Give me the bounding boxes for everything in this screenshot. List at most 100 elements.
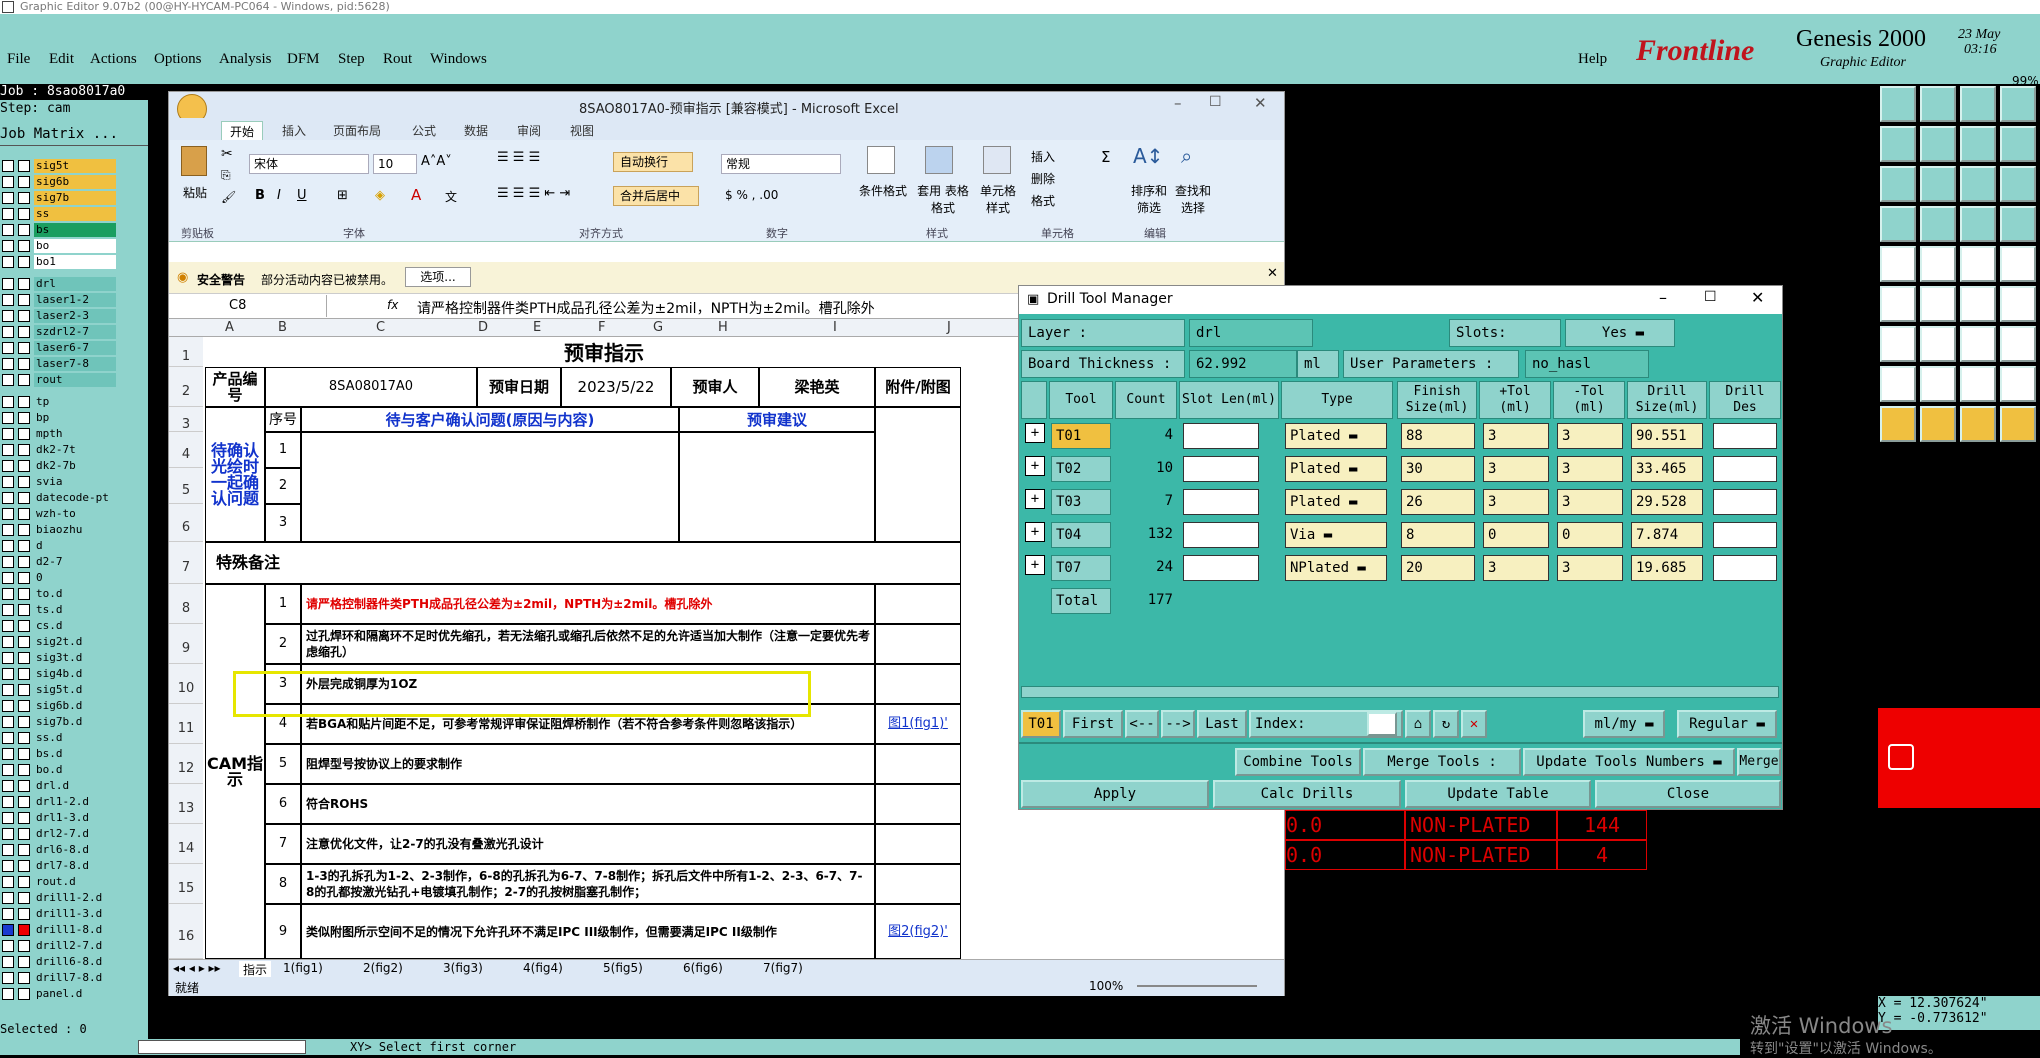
layer-name[interactable]: laser6-7 xyxy=(34,341,116,355)
layer-name[interactable]: datecode-pt xyxy=(34,491,116,505)
right-icon[interactable] xyxy=(1880,126,1916,162)
layer-affected-checkbox[interactable] xyxy=(18,924,30,936)
layer-checkbox[interactable] xyxy=(2,396,14,408)
layer-row[interactable]: mpth xyxy=(2,426,146,442)
merge-center-button[interactable]: 合并后居中 xyxy=(613,186,699,206)
menu-edit[interactable]: Edit xyxy=(49,51,74,68)
pointer2-icon[interactable] xyxy=(1920,406,1956,442)
table-format-label[interactable]: 套用 表格格式 xyxy=(913,182,973,216)
layer-name[interactable]: dk2-7t xyxy=(34,443,116,457)
layer-row[interactable]: drl1-3.d xyxy=(2,810,146,826)
layer-name[interactable]: d2-7 xyxy=(34,555,116,569)
layer-affected-checkbox[interactable] xyxy=(18,588,30,600)
layer-checkbox[interactable] xyxy=(2,748,14,760)
sum-icon[interactable]: Σ xyxy=(1101,148,1110,166)
layer-affected-checkbox[interactable] xyxy=(18,828,30,840)
layer-name[interactable]: sig7b xyxy=(34,191,116,205)
copy-icon[interactable] xyxy=(2000,246,2036,282)
layer-name[interactable]: sig7b.d xyxy=(34,715,116,729)
update-table-button[interactable]: Update Table xyxy=(1405,780,1591,808)
layer-affected-checkbox[interactable] xyxy=(18,256,30,268)
drill-des-input[interactable] xyxy=(1713,456,1777,482)
layer-row[interactable]: drl7-8.d xyxy=(2,858,146,874)
layer-row[interactable]: panel.d xyxy=(2,986,146,1002)
minus-tol-input[interactable]: 3 xyxy=(1557,555,1623,581)
layer-affected-checkbox[interactable] xyxy=(18,556,30,568)
layer-row[interactable]: to.d xyxy=(2,586,146,602)
layer-affected-checkbox[interactable] xyxy=(18,844,30,856)
calc-drills-button[interactable]: Calc Drills xyxy=(1213,780,1401,808)
layer-row[interactable]: 0 xyxy=(2,570,146,586)
tab-page-layout[interactable]: 页面布局 xyxy=(333,122,381,139)
layer-name[interactable]: sig6b.d xyxy=(34,699,116,713)
layer-name[interactable]: sig5t xyxy=(34,159,116,173)
layer-row[interactable]: drl2-7.d xyxy=(2,826,146,842)
layer-checkbox[interactable] xyxy=(2,326,14,338)
plus-tol-input[interactable]: 3 xyxy=(1483,423,1549,449)
center-icon[interactable] xyxy=(2000,126,2036,162)
layer-row[interactable]: szdrl2-7 xyxy=(2,324,146,340)
font-color-icon[interactable]: A xyxy=(411,186,421,204)
layer-row[interactable]: sig3t.d xyxy=(2,650,146,666)
layer-checkbox[interactable] xyxy=(2,620,14,632)
col-c[interactable]: C xyxy=(376,320,385,335)
paste-label[interactable]: 粘贴 xyxy=(183,184,207,201)
conditional-format-icon[interactable] xyxy=(867,146,895,174)
layer-checkbox[interactable] xyxy=(2,428,14,440)
layer-checkbox[interactable] xyxy=(2,828,14,840)
layer-row[interactable]: bp xyxy=(2,410,146,426)
layer-affected-checkbox[interactable] xyxy=(18,224,30,236)
item-text[interactable]: 阻焊型号按协议上的要求制作 xyxy=(301,744,875,784)
row-header[interactable]: 7 xyxy=(169,542,203,584)
layer-checkbox[interactable] xyxy=(2,604,14,616)
layer-checkbox[interactable] xyxy=(2,956,14,968)
layer-checkbox[interactable] xyxy=(2,588,14,600)
layer-checkbox[interactable] xyxy=(2,652,14,664)
layer-checkbox[interactable] xyxy=(2,508,14,520)
close-dialog-button[interactable]: Close xyxy=(1595,780,1781,808)
row-header[interactable]: 4 xyxy=(169,432,203,468)
layer-name[interactable]: biaozhu xyxy=(34,523,116,537)
layer-checkbox[interactable] xyxy=(2,972,14,984)
sheet-tab[interactable]: 2(fig2) xyxy=(359,961,407,975)
fit-icon[interactable] xyxy=(1960,126,1996,162)
layer-checkbox[interactable] xyxy=(2,224,14,236)
tri2-icon[interactable] xyxy=(1920,366,1956,402)
insert-cells-button[interactable]: 插入 xyxy=(1031,148,1055,165)
sheet-tab[interactable]: 5(fig5) xyxy=(599,961,647,975)
find-select-label[interactable]: 查找和 选择 xyxy=(1173,182,1213,216)
col-f[interactable]: F xyxy=(598,320,605,335)
surface-icon[interactable] xyxy=(2000,206,2036,242)
layer-row[interactable]: drl xyxy=(2,276,146,292)
layer-affected-checkbox[interactable] xyxy=(18,892,30,904)
drill-size-input[interactable]: 33.465 xyxy=(1631,456,1703,482)
layer-affected-checkbox[interactable] xyxy=(18,988,30,1000)
zoom-slider[interactable] xyxy=(1137,985,1257,987)
layer-checkbox[interactable] xyxy=(2,358,14,370)
pointer3-icon[interactable] xyxy=(1960,406,1996,442)
layer-row[interactable]: sig7b xyxy=(2,190,146,206)
layer-row[interactable]: bs.d xyxy=(2,746,146,762)
copy-icon[interactable]: ⎘ xyxy=(221,168,231,183)
layer-row[interactable]: dk2-7t xyxy=(2,442,146,458)
sheet-tab[interactable]: 3(fig3) xyxy=(439,961,487,975)
layer-row[interactable]: ss.d xyxy=(2,730,146,746)
layer-checkbox[interactable] xyxy=(2,892,14,904)
drill-des-input[interactable] xyxy=(1713,489,1777,515)
layer-affected-checkbox[interactable] xyxy=(18,374,30,386)
col-a[interactable]: A xyxy=(225,320,234,335)
bold-button[interactable]: B xyxy=(255,188,265,203)
sort-filter-label[interactable]: 排序和 筛选 xyxy=(1129,182,1169,216)
lock-icon[interactable]: ⌂ xyxy=(1405,710,1431,738)
layer-name[interactable]: szdrl2-7 xyxy=(34,325,116,339)
layer-affected-checkbox[interactable] xyxy=(18,240,30,252)
layer-affected-checkbox[interactable] xyxy=(18,176,30,188)
layer-checkbox[interactable] xyxy=(2,310,14,322)
layer-affected-checkbox[interactable] xyxy=(18,876,30,888)
tool-id[interactable]: T02 xyxy=(1051,456,1111,482)
layer-name[interactable]: sig3t.d xyxy=(34,651,116,665)
format-painter-icon[interactable]: 🖌 xyxy=(221,190,236,204)
type-select[interactable]: Plated ▬ xyxy=(1285,456,1387,482)
layer-name[interactable]: cs.d xyxy=(34,619,116,633)
minus-tol-input[interactable]: 3 xyxy=(1557,423,1623,449)
